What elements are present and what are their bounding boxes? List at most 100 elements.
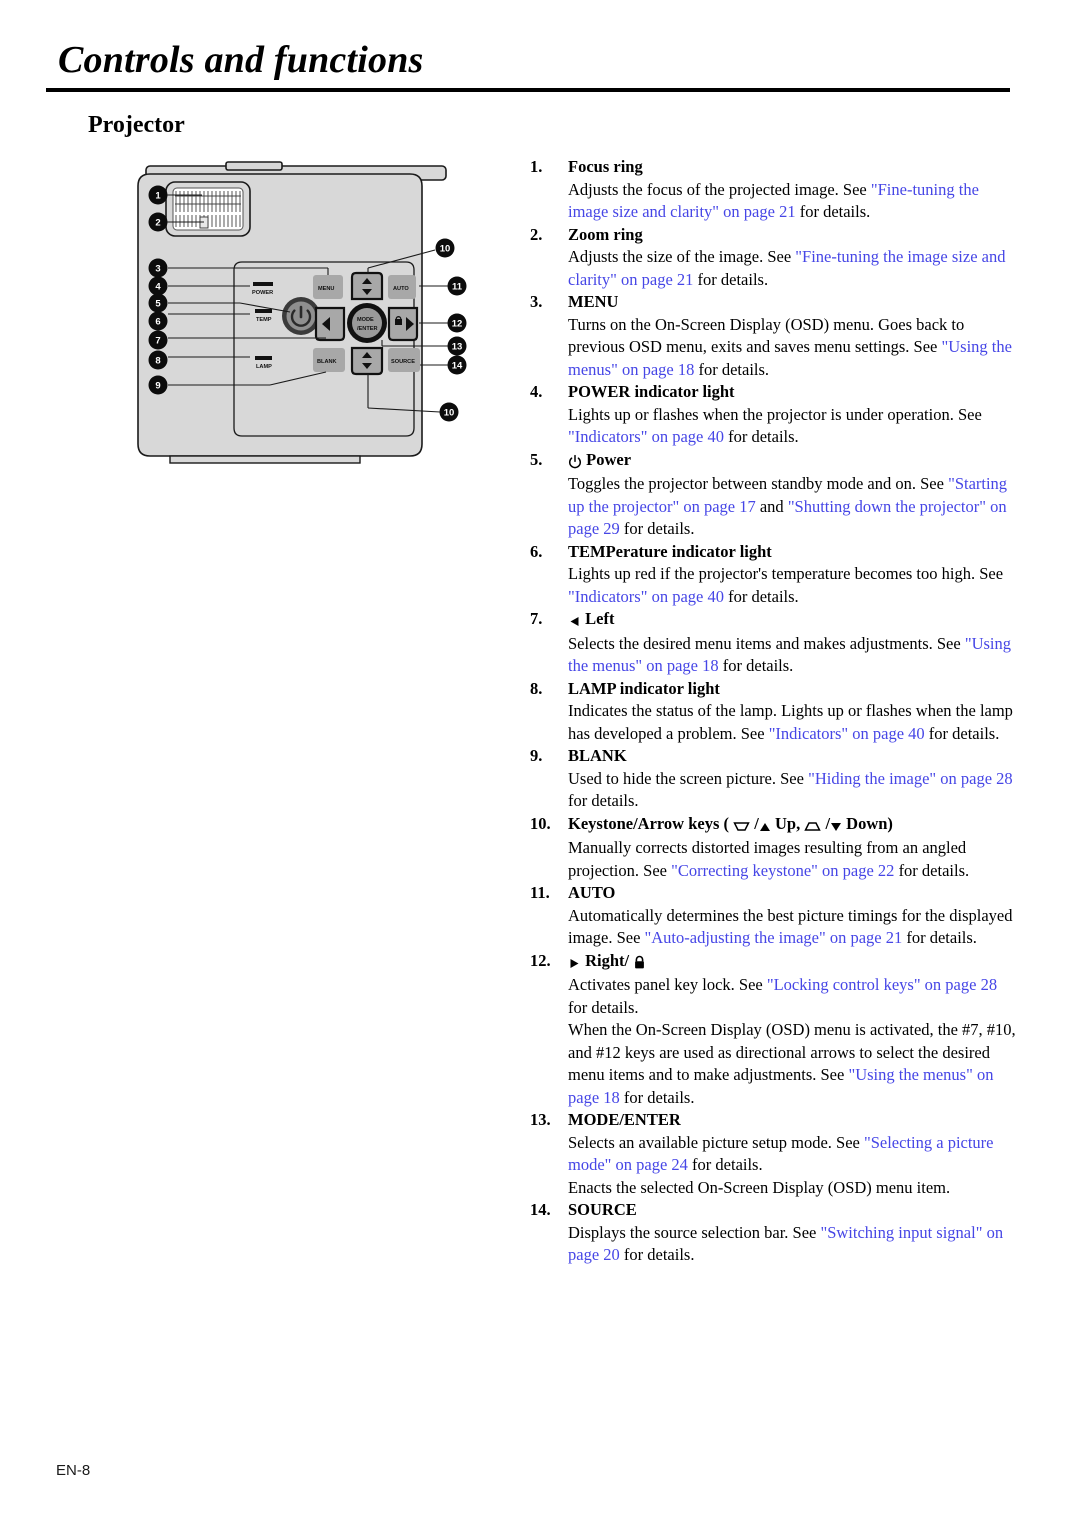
description-paragraph: Selects the desired menu items and makes…	[568, 633, 1016, 678]
description-text: for details.	[693, 269, 769, 289]
control-item-heading: 11. AUTO	[530, 882, 1016, 905]
description-text: Adjusts the focus of the projected image…	[568, 179, 871, 199]
control-item: 9. BLANK Used to hide the screen picture. …	[530, 745, 1016, 813]
svg-text:POWER: POWER	[252, 290, 273, 296]
control-item-heading: 4. POWER indicator light	[530, 381, 1016, 404]
svg-text:TEMP: TEMP	[256, 317, 272, 323]
control-item: 13. MODE/ENTER Selects an available pictur…	[530, 1109, 1016, 1199]
svg-text:4: 4	[155, 282, 161, 293]
description-paragraph: Selects an available picture setup mode.…	[568, 1132, 1016, 1177]
control-item: 12. Right/ Activates panel key lock. See…	[530, 950, 1016, 1110]
description-paragraph: When the On-Screen Display (OSD) menu is…	[568, 1019, 1016, 1109]
description-paragraph: Turns on the On-Screen Display (OSD) men…	[568, 314, 1016, 382]
control-item: 5. Power Toggles the projector between st…	[530, 449, 1016, 541]
description-text: for details.	[924, 723, 1000, 743]
svg-text:MENU: MENU	[318, 286, 334, 292]
description-paragraph: Adjusts the size of the image. See "Fine…	[568, 246, 1016, 291]
description-text: Displays the source selection bar. See	[568, 1222, 821, 1242]
control-item-heading: 6. TEMPerature indicator light	[530, 541, 1016, 564]
svg-text:10: 10	[440, 244, 451, 255]
svg-text:AUTO: AUTO	[393, 286, 409, 292]
control-item-heading: 10. Keystone/Arrow keys ( / Up, / Down)	[530, 813, 1016, 838]
control-item: 4. POWER indicator light Lights up or flas…	[530, 381, 1016, 449]
description-text: for details.	[619, 519, 695, 538]
cross-reference-link[interactable]: "Correcting keystone" on page 22	[671, 861, 894, 880]
control-item-number: 13.	[530, 1110, 551, 1129]
control-item-description: Manually corrects distorted images resul…	[568, 837, 1016, 882]
control-item-label-text: MODE/ENTER	[568, 1110, 681, 1129]
description-paragraph: Lights up red if the projector's tempera…	[568, 563, 1016, 608]
description-text: Used to hide the screen picture. See	[568, 768, 809, 788]
control-item-label-text: BLANK	[568, 746, 627, 765]
page-title: Controls and functions	[58, 39, 424, 81]
control-item-number: 14.	[530, 1200, 551, 1219]
svg-text:9: 9	[155, 381, 160, 392]
control-item-heading: 3. MENU	[530, 291, 1016, 314]
control-item-label: POWER indicator light	[568, 381, 735, 404]
description-text: for details.	[687, 1155, 763, 1174]
controls-description-list: 1. Focus ring Adjusts the focus of the pro…	[530, 156, 1016, 1267]
cross-reference-link[interactable]: "Indicators" on page 40	[769, 724, 925, 743]
control-item-label-text: SOURCE	[568, 1200, 637, 1219]
description-text: for details.	[718, 656, 794, 675]
control-item-heading: 9. BLANK	[530, 745, 1016, 768]
description-text: for details.	[723, 586, 799, 606]
control-item: 8. LAMP indicator light Indicates the stat…	[530, 678, 1016, 746]
control-item-label: Zoom ring	[568, 224, 643, 247]
control-item-description: Toggles the projector between standby mo…	[568, 473, 1016, 541]
cross-reference-link[interactable]: "Indicators" on page 40	[568, 587, 724, 606]
description-text: for details.	[568, 997, 639, 1017]
control-item-number: 10.	[530, 813, 551, 833]
cross-reference-link[interactable]: "Locking control keys" on page 28	[767, 975, 997, 994]
control-item-description: Adjusts the size of the image. See "Fine…	[568, 246, 1016, 291]
control-item-label: Power	[568, 449, 631, 474]
control-item-label: AUTO	[568, 882, 615, 905]
svg-text:11: 11	[452, 282, 463, 293]
control-item-description: Displays the source selection bar. See "…	[568, 1222, 1016, 1267]
control-item-number: 12.	[530, 950, 551, 970]
description-text: for details.	[795, 202, 871, 221]
control-item-description: Indicates the status of the lamp. Lights…	[568, 700, 1016, 745]
control-item-heading: 1. Focus ring	[530, 156, 1016, 179]
description-paragraph: Displays the source selection bar. See "…	[568, 1222, 1016, 1267]
description-paragraph: Used to hide the screen picture. See "Hi…	[568, 768, 1016, 813]
up-triangle-icon	[759, 815, 771, 838]
description-text: for details.	[694, 359, 770, 379]
projector-diagram: .body-fill { fill:#d8d8d8; stroke:#1a1a1…	[130, 160, 490, 470]
control-item-label-text: Zoom ring	[568, 224, 643, 244]
svg-text:8: 8	[155, 356, 160, 367]
description-text: Adjusts the size of the image. See	[568, 247, 796, 266]
control-item-number: 8.	[530, 678, 543, 698]
description-paragraph: Enacts the selected On-Screen Display (O…	[568, 1177, 1016, 1200]
description-paragraph: Lights up or flashes when the projector …	[568, 404, 1016, 449]
description-text: Toggles the projector between standby mo…	[568, 474, 949, 493]
control-item-label-text: AUTO	[568, 883, 616, 902]
control-item-description: Activates panel key lock. See "Locking c…	[568, 974, 1016, 1109]
cross-reference-link[interactable]: "Indicators" on page 40	[568, 427, 724, 446]
description-text: for details.	[619, 1087, 695, 1107]
description-text: Selects the desired menu items and makes…	[568, 633, 965, 653]
control-item-description: Selects an available picture setup mode.…	[568, 1132, 1016, 1200]
svg-text:14: 14	[452, 361, 463, 372]
cross-reference-link[interactable]: "Auto-adjusting the image" on page 21	[645, 928, 903, 947]
cross-reference-link[interactable]: "Hiding the image" on page 28	[808, 769, 1013, 788]
svg-text:MODE: MODE	[357, 317, 374, 323]
control-item-label: BLANK	[568, 745, 627, 768]
control-item-label: Focus ring	[568, 156, 643, 179]
control-item-label-text: POWER indicator light	[568, 382, 735, 401]
control-item-label: TEMPerature indicator light	[568, 541, 772, 564]
control-item: 6. TEMPerature indicator light Lights up r…	[530, 541, 1016, 609]
control-item-number: 11.	[530, 883, 550, 902]
control-item-label: MENU	[568, 291, 618, 314]
control-item-description: Turns on the On-Screen Display (OSD) men…	[568, 314, 1016, 382]
control-item-heading: 5. Power	[530, 449, 1016, 474]
description-text: and	[755, 496, 788, 516]
description-paragraph: Manually corrects distorted images resul…	[568, 837, 1016, 882]
control-item-description: Lights up red if the projector's tempera…	[568, 563, 1016, 608]
lock-icon	[633, 952, 646, 975]
control-item-number: 6.	[530, 541, 543, 561]
power-icon	[568, 451, 582, 474]
keystone-down-trapezoid-icon	[733, 815, 750, 838]
description-paragraph: Adjusts the focus of the projected image…	[568, 179, 1016, 224]
control-item: 7. Left Selects the desired menu items an…	[530, 608, 1016, 678]
